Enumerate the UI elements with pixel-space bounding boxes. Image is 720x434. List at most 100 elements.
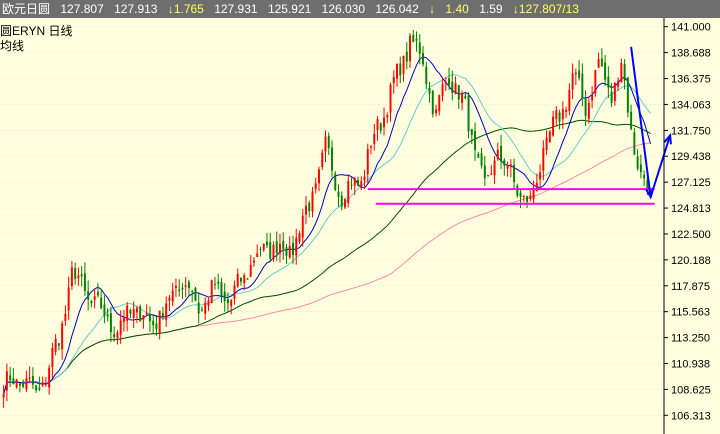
candle [200, 306, 203, 312]
candle-body [519, 192, 522, 197]
candle-body [103, 304, 106, 317]
candle-body [555, 110, 558, 120]
candle-body [77, 275, 80, 279]
candle [503, 158, 506, 176]
candle [370, 144, 372, 155]
candle-body [204, 302, 207, 314]
candle-body [500, 145, 503, 162]
candle-body [610, 91, 613, 103]
candle-body [279, 243, 281, 254]
candle [15, 378, 18, 389]
candle-body [337, 191, 340, 198]
candle [9, 366, 12, 387]
candle [100, 288, 103, 310]
candle [155, 315, 158, 336]
candle [41, 376, 44, 388]
candle [70, 260, 73, 290]
candle-body [252, 260, 255, 263]
moving-averages [3, 56, 652, 395]
candle-body [513, 164, 516, 183]
candle-body [122, 317, 125, 322]
legend-line-1: 圆ERYN 日线 [0, 24, 73, 38]
candle-body [168, 297, 171, 301]
candle-body [360, 181, 363, 188]
price-tick-label: 136.375 [671, 74, 711, 86]
candle-body [18, 383, 21, 386]
candle [363, 170, 366, 189]
price-tick-label: 141.000 [671, 22, 711, 34]
candle [597, 52, 600, 69]
candle [12, 368, 15, 385]
candle-body [428, 88, 431, 94]
candle-body [272, 244, 275, 260]
price-tick-label: 108.625 [671, 384, 711, 396]
candle [415, 31, 418, 52]
candle-body [389, 84, 392, 113]
candle [487, 175, 490, 177]
candle [425, 61, 428, 90]
candle-body [44, 383, 47, 385]
candle [67, 276, 70, 320]
price-chart[interactable]: 141.000 138.688 136.375 134.063 131.750 129.4… [0, 0, 720, 434]
candle-body [633, 132, 636, 155]
candle [431, 89, 434, 118]
candle-body [480, 153, 483, 166]
candle-body [392, 76, 395, 83]
candle-body [561, 109, 564, 120]
candle [409, 33, 412, 69]
candle-body [35, 385, 38, 391]
trend-annotations [630, 46, 672, 200]
candle-body [38, 387, 41, 390]
candle-body [288, 245, 291, 258]
candle [344, 197, 346, 210]
candle-body [298, 233, 301, 242]
candle [396, 63, 398, 87]
price-axis: 141.000 138.688 136.375 134.063 131.750 129.4… [664, 22, 711, 422]
candle [467, 92, 470, 139]
candle-body [41, 382, 44, 386]
candle-body [506, 165, 509, 169]
candle [412, 30, 415, 43]
candle [327, 132, 330, 155]
candle [18, 383, 21, 393]
candle [578, 60, 581, 81]
candle-body [366, 149, 369, 174]
candle [490, 165, 493, 176]
candle [623, 59, 626, 90]
price-tick-label: 127.125 [671, 177, 711, 189]
candle [383, 107, 385, 136]
candle-body [435, 109, 438, 114]
candle [461, 90, 464, 111]
candle [28, 366, 31, 384]
candle [249, 255, 252, 278]
candle [77, 267, 80, 286]
candle-body [379, 123, 382, 131]
candle [288, 236, 291, 260]
candle-body [516, 185, 519, 196]
candle-body [90, 300, 93, 304]
candle [239, 277, 242, 286]
candle [331, 140, 333, 177]
candle-body [239, 277, 242, 282]
ma-short [3, 56, 652, 395]
candle [74, 262, 77, 285]
candle-body [503, 159, 506, 166]
candle-body [620, 62, 623, 83]
candle-body [126, 305, 129, 321]
candle-body [256, 253, 259, 257]
candle-body [145, 312, 148, 315]
candle [571, 63, 574, 100]
candle-body [370, 146, 372, 148]
candle-body [275, 241, 278, 254]
candle-body [31, 375, 34, 385]
candle [204, 297, 207, 321]
candle [139, 304, 142, 323]
price-tick-label: 131.750 [671, 125, 711, 137]
candle-body [626, 77, 629, 113]
candle [298, 230, 301, 244]
candle-body [643, 175, 646, 179]
candle [600, 48, 603, 67]
candle [106, 308, 109, 322]
candle-body [174, 286, 177, 288]
candle [350, 177, 353, 190]
